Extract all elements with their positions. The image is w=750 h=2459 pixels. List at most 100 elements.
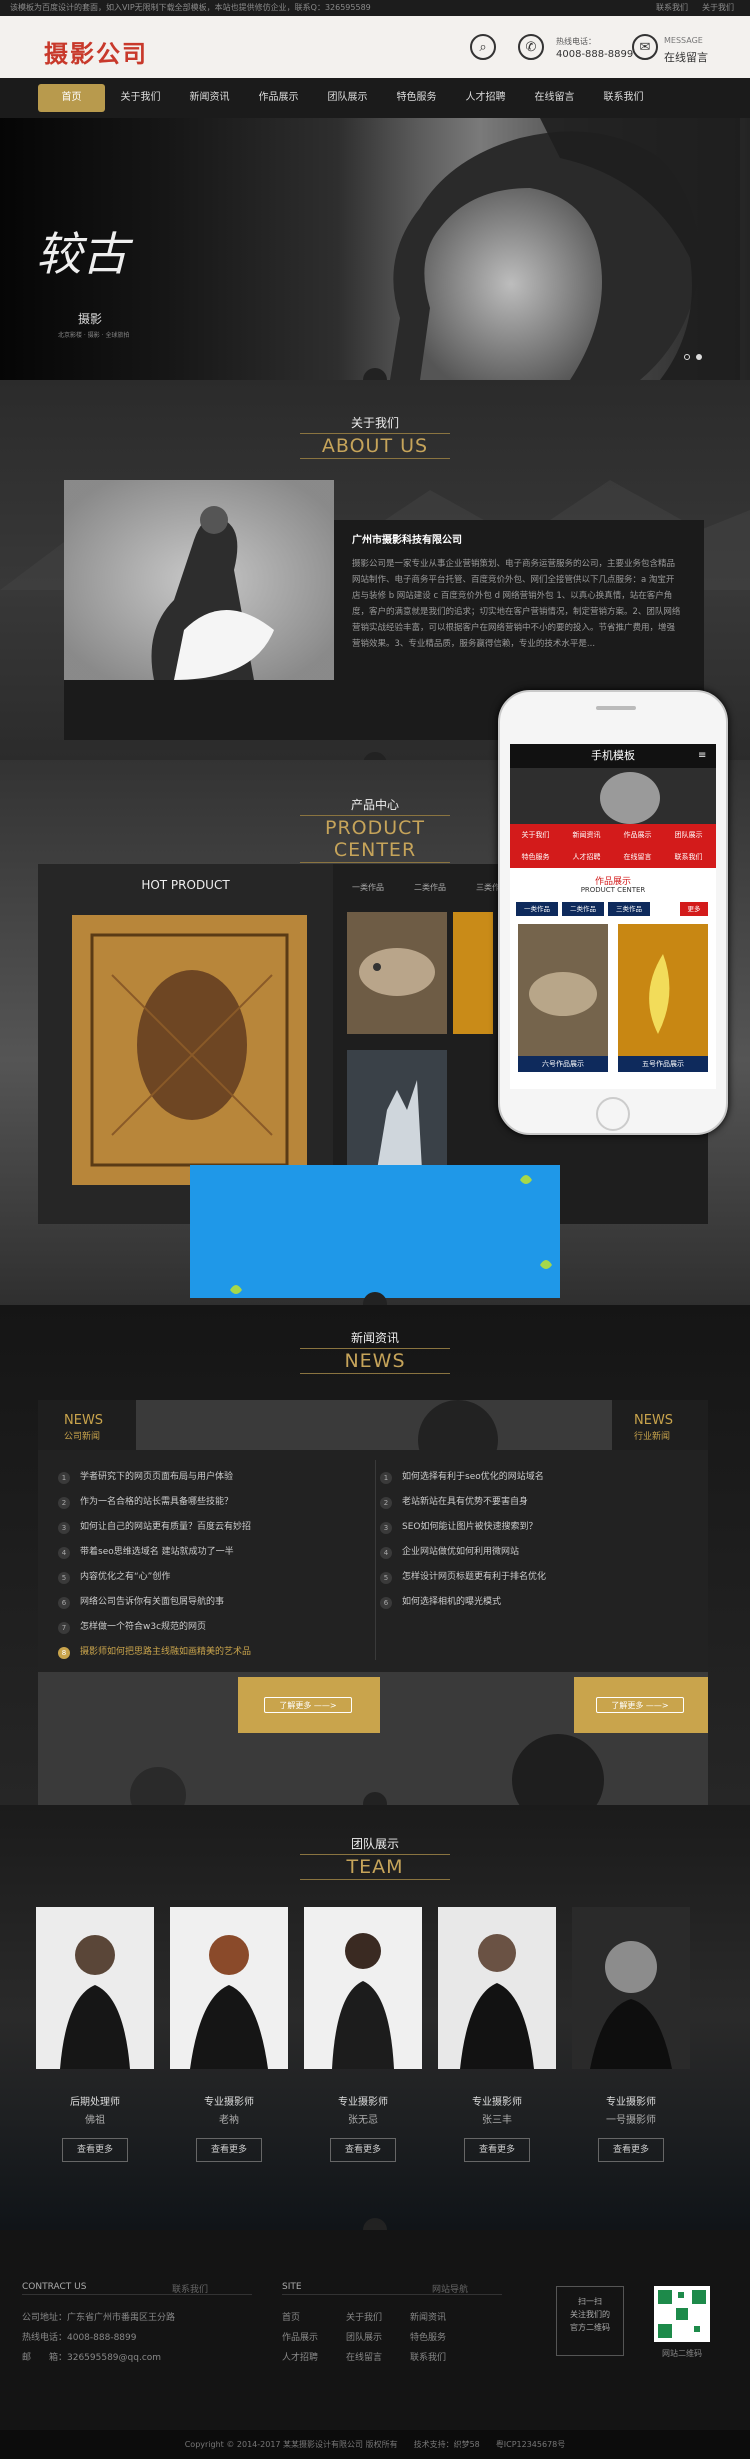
member-more-button[interactable]: 查看更多 bbox=[62, 2138, 128, 2162]
product-tab-2[interactable]: 二类作品 bbox=[414, 882, 446, 893]
phone-menu-item[interactable]: 人才招聘 bbox=[561, 846, 612, 868]
slider-dot-2[interactable] bbox=[696, 354, 702, 360]
footer-link[interactable]: 首页 bbox=[282, 2310, 346, 2330]
member-title: 专业摄影师 bbox=[606, 2097, 656, 2108]
member-name: 佛祖 bbox=[85, 2115, 105, 2126]
list-item[interactable]: 2 作为一名合格的站长需具备哪些技能？ bbox=[58, 1490, 363, 1515]
product-thumb-fish[interactable] bbox=[347, 912, 447, 1034]
footer-contact-heading: CONTRACT US bbox=[22, 2282, 87, 2292]
member-photo[interactable] bbox=[304, 1907, 422, 2069]
footer-link[interactable]: 团队展示 bbox=[346, 2330, 410, 2350]
qr-label: 网站二维码 bbox=[662, 2349, 702, 2358]
news-more-left-button[interactable]: 了解更多 ——> bbox=[264, 1697, 352, 1713]
phone-thumb-fish[interactable] bbox=[518, 924, 608, 1056]
list-item[interactable]: 3 如何让自己的网站更有质量？百度云有妙招 bbox=[58, 1515, 363, 1540]
list-item[interactable]: 4 带着seo思维选域名 建站就成功了一半 bbox=[58, 1540, 363, 1565]
list-item[interactable]: 1 如何选择有利于seo优化的网站域名 bbox=[380, 1465, 685, 1490]
flash-placeholder-image bbox=[190, 1165, 560, 1298]
footer-link[interactable]: 人才招聘 bbox=[282, 2350, 346, 2370]
top-link-contact[interactable]: 联系我们 bbox=[656, 3, 688, 12]
phone-tab-3[interactable]: 三类作品 bbox=[608, 902, 650, 916]
news-right-list: 1 如何选择有利于seo优化的网站域名 2 老站新站在具有优势不要害自身 3 SEO如… bbox=[380, 1465, 685, 1615]
message-link[interactable]: 在线留言 bbox=[664, 49, 708, 65]
footer-link[interactable]: 关于我们 bbox=[346, 2310, 410, 2330]
list-item[interactable]: 2 老站新站在具有优势不要害自身 bbox=[380, 1490, 685, 1515]
member-more-button[interactable]: 查看更多 bbox=[330, 2138, 396, 2162]
team-member: 专业摄影师 一号摄影师 查看更多 bbox=[572, 1907, 690, 2162]
phone-screen: 手机模板 ≡ 关于我们 新闻资讯 作品展示 团队展示 特色服务 人才招聘 在线留… bbox=[510, 744, 716, 1089]
team-member: 专业摄影师 老衲 查看更多 bbox=[170, 1907, 288, 2162]
nav-home[interactable]: 首页 bbox=[38, 84, 105, 112]
list-item[interactable]: 4 企业网站做优如何利用微网站 bbox=[380, 1540, 685, 1565]
news-title-en: NEWS bbox=[300, 1348, 450, 1374]
nav-news[interactable]: 新闻资讯 bbox=[176, 84, 243, 112]
footer-link[interactable]: 联系我们 bbox=[410, 2350, 474, 2370]
phone-menu-item[interactable]: 特色服务 bbox=[510, 846, 561, 868]
phone-menu-item[interactable]: 团队展示 bbox=[663, 824, 714, 846]
news-more-right-button[interactable]: 了解更多 ——> bbox=[596, 1697, 684, 1713]
news-left-en: NEWS bbox=[64, 1413, 104, 1428]
footer-link[interactable]: 特色服务 bbox=[410, 2330, 474, 2350]
nav-services[interactable]: 特色服务 bbox=[383, 84, 450, 112]
list-item[interactable]: 7 怎样做一个符合w3c规范的网页 bbox=[58, 1615, 363, 1640]
list-item[interactable]: 5 内容优化之有“心”创作 bbox=[58, 1565, 363, 1590]
news-section: 新闻资讯 NEWS NEWS 公司新闻 NEWS 行业新闻 1 学者研究下的网页页… bbox=[0, 1305, 750, 1830]
member-more-button[interactable]: 查看更多 bbox=[464, 2138, 530, 2162]
phone-section-en: PRODUCT CENTER bbox=[580, 886, 646, 894]
search-icon[interactable]: ⌕ bbox=[470, 34, 496, 60]
list-item[interactable]: 6 网络公司告诉你有关面包屑导航的事 bbox=[58, 1590, 363, 1615]
footer-link[interactable]: 新闻资讯 bbox=[410, 2310, 474, 2330]
hero-banner: 较古 摄影 北京影楼 · 摄影 · 全球旅拍 bbox=[0, 118, 750, 380]
list-item[interactable]: 1 学者研究下的网页页面布局与用户体验 bbox=[58, 1465, 363, 1490]
member-more-button[interactable]: 查看更多 bbox=[598, 2138, 664, 2162]
news-left-list: 1 学者研究下的网页页面布局与用户体验 2 作为一名合格的站长需具备哪些技能？ 3如… bbox=[58, 1465, 363, 1665]
nav-jobs[interactable]: 人才招聘 bbox=[452, 84, 519, 112]
phone-tab-1[interactable]: 一类作品 bbox=[516, 902, 558, 916]
footer-line bbox=[22, 2294, 252, 2295]
footer-scan-text: 扫一扫 关注我们的 官方二维码 bbox=[556, 2286, 624, 2356]
phone-menu-icon[interactable]: ≡ bbox=[698, 750, 706, 761]
list-item[interactable]: 3 SEO如何能让图片被快速搜索到？ bbox=[380, 1515, 685, 1540]
hot-product-image[interactable] bbox=[72, 915, 307, 1185]
member-name: 张无忌 bbox=[348, 2115, 378, 2126]
nav-contact[interactable]: 联系我们 bbox=[590, 84, 657, 112]
list-item[interactable]: 8 摄影师如何把思路主线融如画精美的艺术品 bbox=[58, 1640, 363, 1665]
team-member: 后期处理师 佛祖 查看更多 bbox=[36, 1907, 154, 2162]
news-divider bbox=[375, 1460, 376, 1660]
team-member: 专业摄影师 张无忌 查看更多 bbox=[304, 1907, 422, 2162]
phone-menu-item[interactable]: 联系我们 bbox=[663, 846, 714, 868]
list-item[interactable]: 6 如何选择相机的曝光模式 bbox=[380, 1590, 685, 1615]
list-item[interactable]: 5 怎样设计网页标题更有利于排名优化 bbox=[380, 1565, 685, 1590]
team-title: 团队展示 TEAM bbox=[300, 1835, 450, 1880]
footer-link[interactable]: 在线留言 bbox=[346, 2350, 410, 2370]
team-member: 专业摄影师 张三丰 查看更多 bbox=[438, 1907, 556, 2162]
member-more-button[interactable]: 查看更多 bbox=[196, 2138, 262, 2162]
member-photo[interactable] bbox=[36, 1907, 154, 2069]
main-nav: 首页 关于我们 新闻资讯 作品展示 团队展示 特色服务 人才招聘 在线留言 联系… bbox=[0, 78, 750, 118]
slider-dot-1[interactable] bbox=[684, 354, 690, 360]
site-logo[interactable]: 摄影公司 bbox=[44, 34, 148, 69]
nav-message[interactable]: 在线留言 bbox=[521, 84, 588, 112]
phone-tab-2[interactable]: 二类作品 bbox=[562, 902, 604, 916]
phone-menu-item[interactable]: 在线留言 bbox=[612, 846, 663, 868]
product-thumb-hand[interactable] bbox=[347, 1050, 447, 1170]
nav-team[interactable]: 团队展示 bbox=[314, 84, 381, 112]
phone-tab-more[interactable]: 更多 bbox=[680, 902, 708, 916]
news-title-cn: 新闻资讯 bbox=[350, 1331, 399, 1345]
member-photo[interactable] bbox=[438, 1907, 556, 2069]
phone-menu-item[interactable]: 作品展示 bbox=[612, 824, 663, 846]
top-link-about[interactable]: 关于我们 bbox=[702, 3, 734, 12]
member-photo[interactable] bbox=[170, 1907, 288, 2069]
product-tab-1[interactable]: 一类作品 bbox=[352, 882, 384, 893]
member-photo[interactable] bbox=[572, 1907, 690, 2069]
phone-menu-item[interactable]: 关于我们 bbox=[510, 824, 561, 846]
phone-thumb-banana[interactable] bbox=[618, 924, 708, 1056]
message-icon[interactable]: ✉ bbox=[632, 34, 658, 60]
about-couple-image bbox=[64, 480, 334, 680]
member-title: 专业摄影师 bbox=[472, 2097, 522, 2108]
product-thumb-banana[interactable] bbox=[453, 912, 493, 1034]
phone-menu-item[interactable]: 新闻资讯 bbox=[561, 824, 612, 846]
footer-link[interactable]: 作品展示 bbox=[282, 2330, 346, 2350]
nav-works[interactable]: 作品展示 bbox=[245, 84, 312, 112]
nav-about[interactable]: 关于我们 bbox=[107, 84, 174, 112]
